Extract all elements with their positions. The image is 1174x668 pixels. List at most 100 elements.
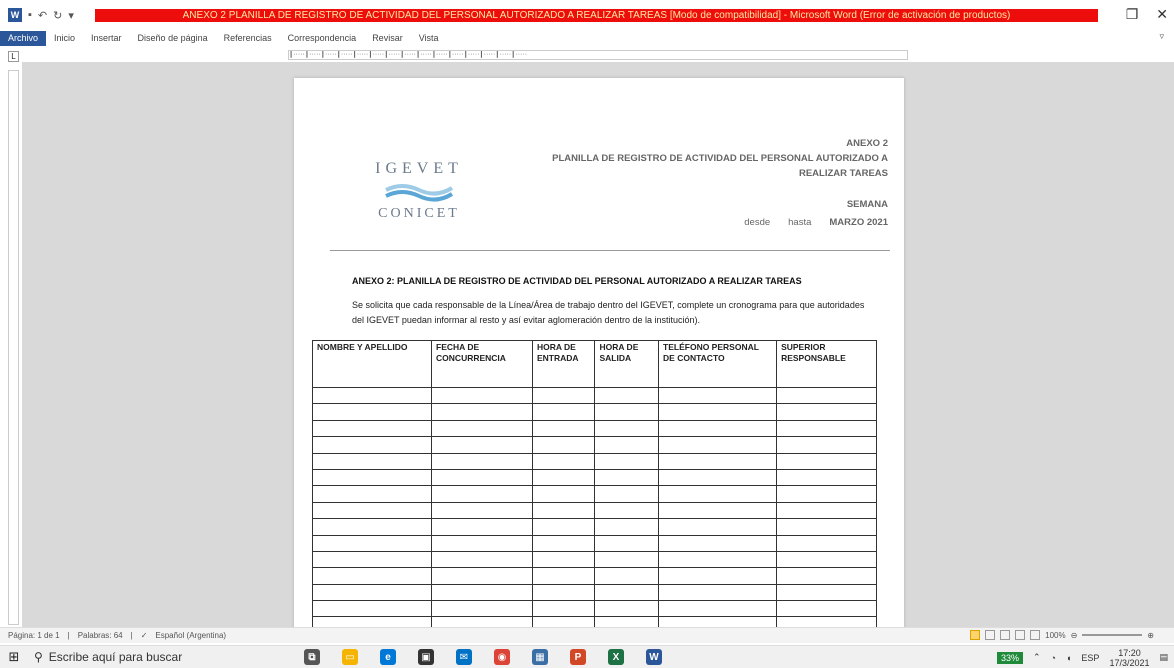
table-cell[interactable] [776,386,877,405]
table-cell[interactable] [776,468,877,487]
page-count[interactable]: Página: 1 de 1 [8,631,60,640]
table-cell[interactable] [658,386,778,405]
table-cell[interactable] [531,386,596,405]
tab-insertar[interactable]: Insertar [83,31,130,46]
table-row[interactable] [311,600,877,618]
spellcheck-icon[interactable]: ✓ [141,631,148,640]
table-cell[interactable] [658,501,778,520]
table-cell[interactable] [776,436,877,454]
undo-icon[interactable]: ↶ [38,9,47,22]
full-screen-view-icon[interactable] [985,630,996,640]
table-cell[interactable] [776,501,877,520]
word-icon[interactable]: W [646,649,662,665]
store-icon[interactable]: ▣ [418,649,434,665]
table-cell[interactable] [431,518,533,536]
notifications-icon[interactable]: ▤ [1159,652,1168,663]
table-cell[interactable] [658,485,778,503]
edge-icon[interactable]: e [380,649,396,665]
task-view-icon[interactable]: ⧉ [304,649,320,665]
table-cell[interactable] [531,436,596,454]
table-cell[interactable] [431,419,533,438]
table-cell[interactable] [658,518,778,536]
table-cell[interactable] [594,518,660,536]
document-page[interactable]: IGEVET CONICET ANEXO 2 PLANILLA DE REGIS… [294,78,904,638]
file-explorer-icon[interactable]: ▭ [342,649,358,665]
table-row[interactable] [311,419,877,438]
chrome-icon[interactable]: ◉ [494,649,510,665]
table-cell[interactable] [594,567,660,585]
column-header-nombre[interactable]: NOMBRE Y APELLIDO [311,340,433,388]
zoom-level[interactable]: 100% [1045,631,1065,640]
table-cell[interactable] [431,485,533,503]
powerpoint-icon[interactable]: P [570,649,586,665]
table-cell[interactable] [776,534,877,552]
tab-archivo[interactable]: Archivo [0,31,47,46]
vertical-ruler[interactable] [8,70,19,625]
tab-selector[interactable]: L [8,51,19,62]
table-cell[interactable] [311,419,433,438]
table-cell[interactable] [431,452,533,470]
table-cell[interactable] [594,419,660,438]
outline-view-icon[interactable] [1015,630,1026,640]
table-cell[interactable] [776,419,877,438]
expand-ribbon-icon[interactable]: ▿ [1159,31,1164,42]
table-cell[interactable] [594,583,660,602]
table-row[interactable] [311,452,877,470]
table-cell[interactable] [431,436,533,454]
table-cell[interactable] [776,567,877,585]
table-cell[interactable] [594,436,660,454]
table-row[interactable] [311,550,877,569]
table-cell[interactable] [531,600,596,618]
table-cell[interactable] [531,468,596,487]
table-cell[interactable] [431,386,533,405]
table-row[interactable] [311,518,877,536]
redo-icon[interactable]: ↻ [53,9,62,22]
table-cell[interactable] [594,452,660,470]
table-cell[interactable] [776,403,877,421]
table-cell[interactable] [658,419,778,438]
draft-view-icon[interactable] [1030,630,1041,640]
table-cell[interactable] [311,485,433,503]
taskbar-search[interactable]: ⚲ Escribe aquí para buscar [28,646,288,668]
column-header-hora-entrada[interactable]: HORA DE ENTRADA [531,340,596,388]
table-row[interactable] [311,534,877,552]
table-cell[interactable] [311,534,433,552]
tray-chevron-icon[interactable]: ⌃ [1033,652,1041,663]
table-cell[interactable] [311,386,433,405]
table-cell[interactable] [594,501,660,520]
table-cell[interactable] [431,501,533,520]
table-cell[interactable] [531,452,596,470]
restore-icon[interactable]: ❐ [1126,6,1139,23]
table-cell[interactable] [431,534,533,552]
table-cell[interactable] [531,534,596,552]
table-cell[interactable] [776,583,877,602]
table-cell[interactable] [658,468,778,487]
table-cell[interactable] [594,403,660,421]
table-cell[interactable] [311,452,433,470]
table-cell[interactable] [776,518,877,536]
table-row[interactable] [311,468,877,487]
column-header-hora-salida[interactable]: HORA DE SALIDA [594,340,660,388]
table-cell[interactable] [311,403,433,421]
table-cell[interactable] [658,534,778,552]
table-row[interactable] [311,403,877,421]
table-cell[interactable] [594,534,660,552]
table-cell[interactable] [531,485,596,503]
clock[interactable]: 17:20 17/3/2021 [1109,648,1149,668]
tab-vista[interactable]: Vista [411,31,447,46]
table-cell[interactable] [311,550,433,569]
table-cell[interactable] [594,485,660,503]
battery-indicator[interactable]: 33% [996,651,1023,664]
table-cell[interactable] [311,436,433,454]
web-layout-view-icon[interactable] [1000,630,1011,640]
table-cell[interactable] [531,567,596,585]
table-cell[interactable] [776,452,877,470]
table-cell[interactable] [431,600,533,618]
volume-icon[interactable]: ◖ [1066,653,1071,663]
column-header-fecha[interactable]: FECHA DE CONCURRENCIA [431,340,533,388]
language-tray[interactable]: ESP [1081,653,1099,663]
table-cell[interactable] [594,550,660,569]
tab-inicio[interactable]: Inicio [46,31,83,46]
table-cell[interactable] [431,583,533,602]
calculator-icon[interactable]: ▦ [532,649,548,665]
